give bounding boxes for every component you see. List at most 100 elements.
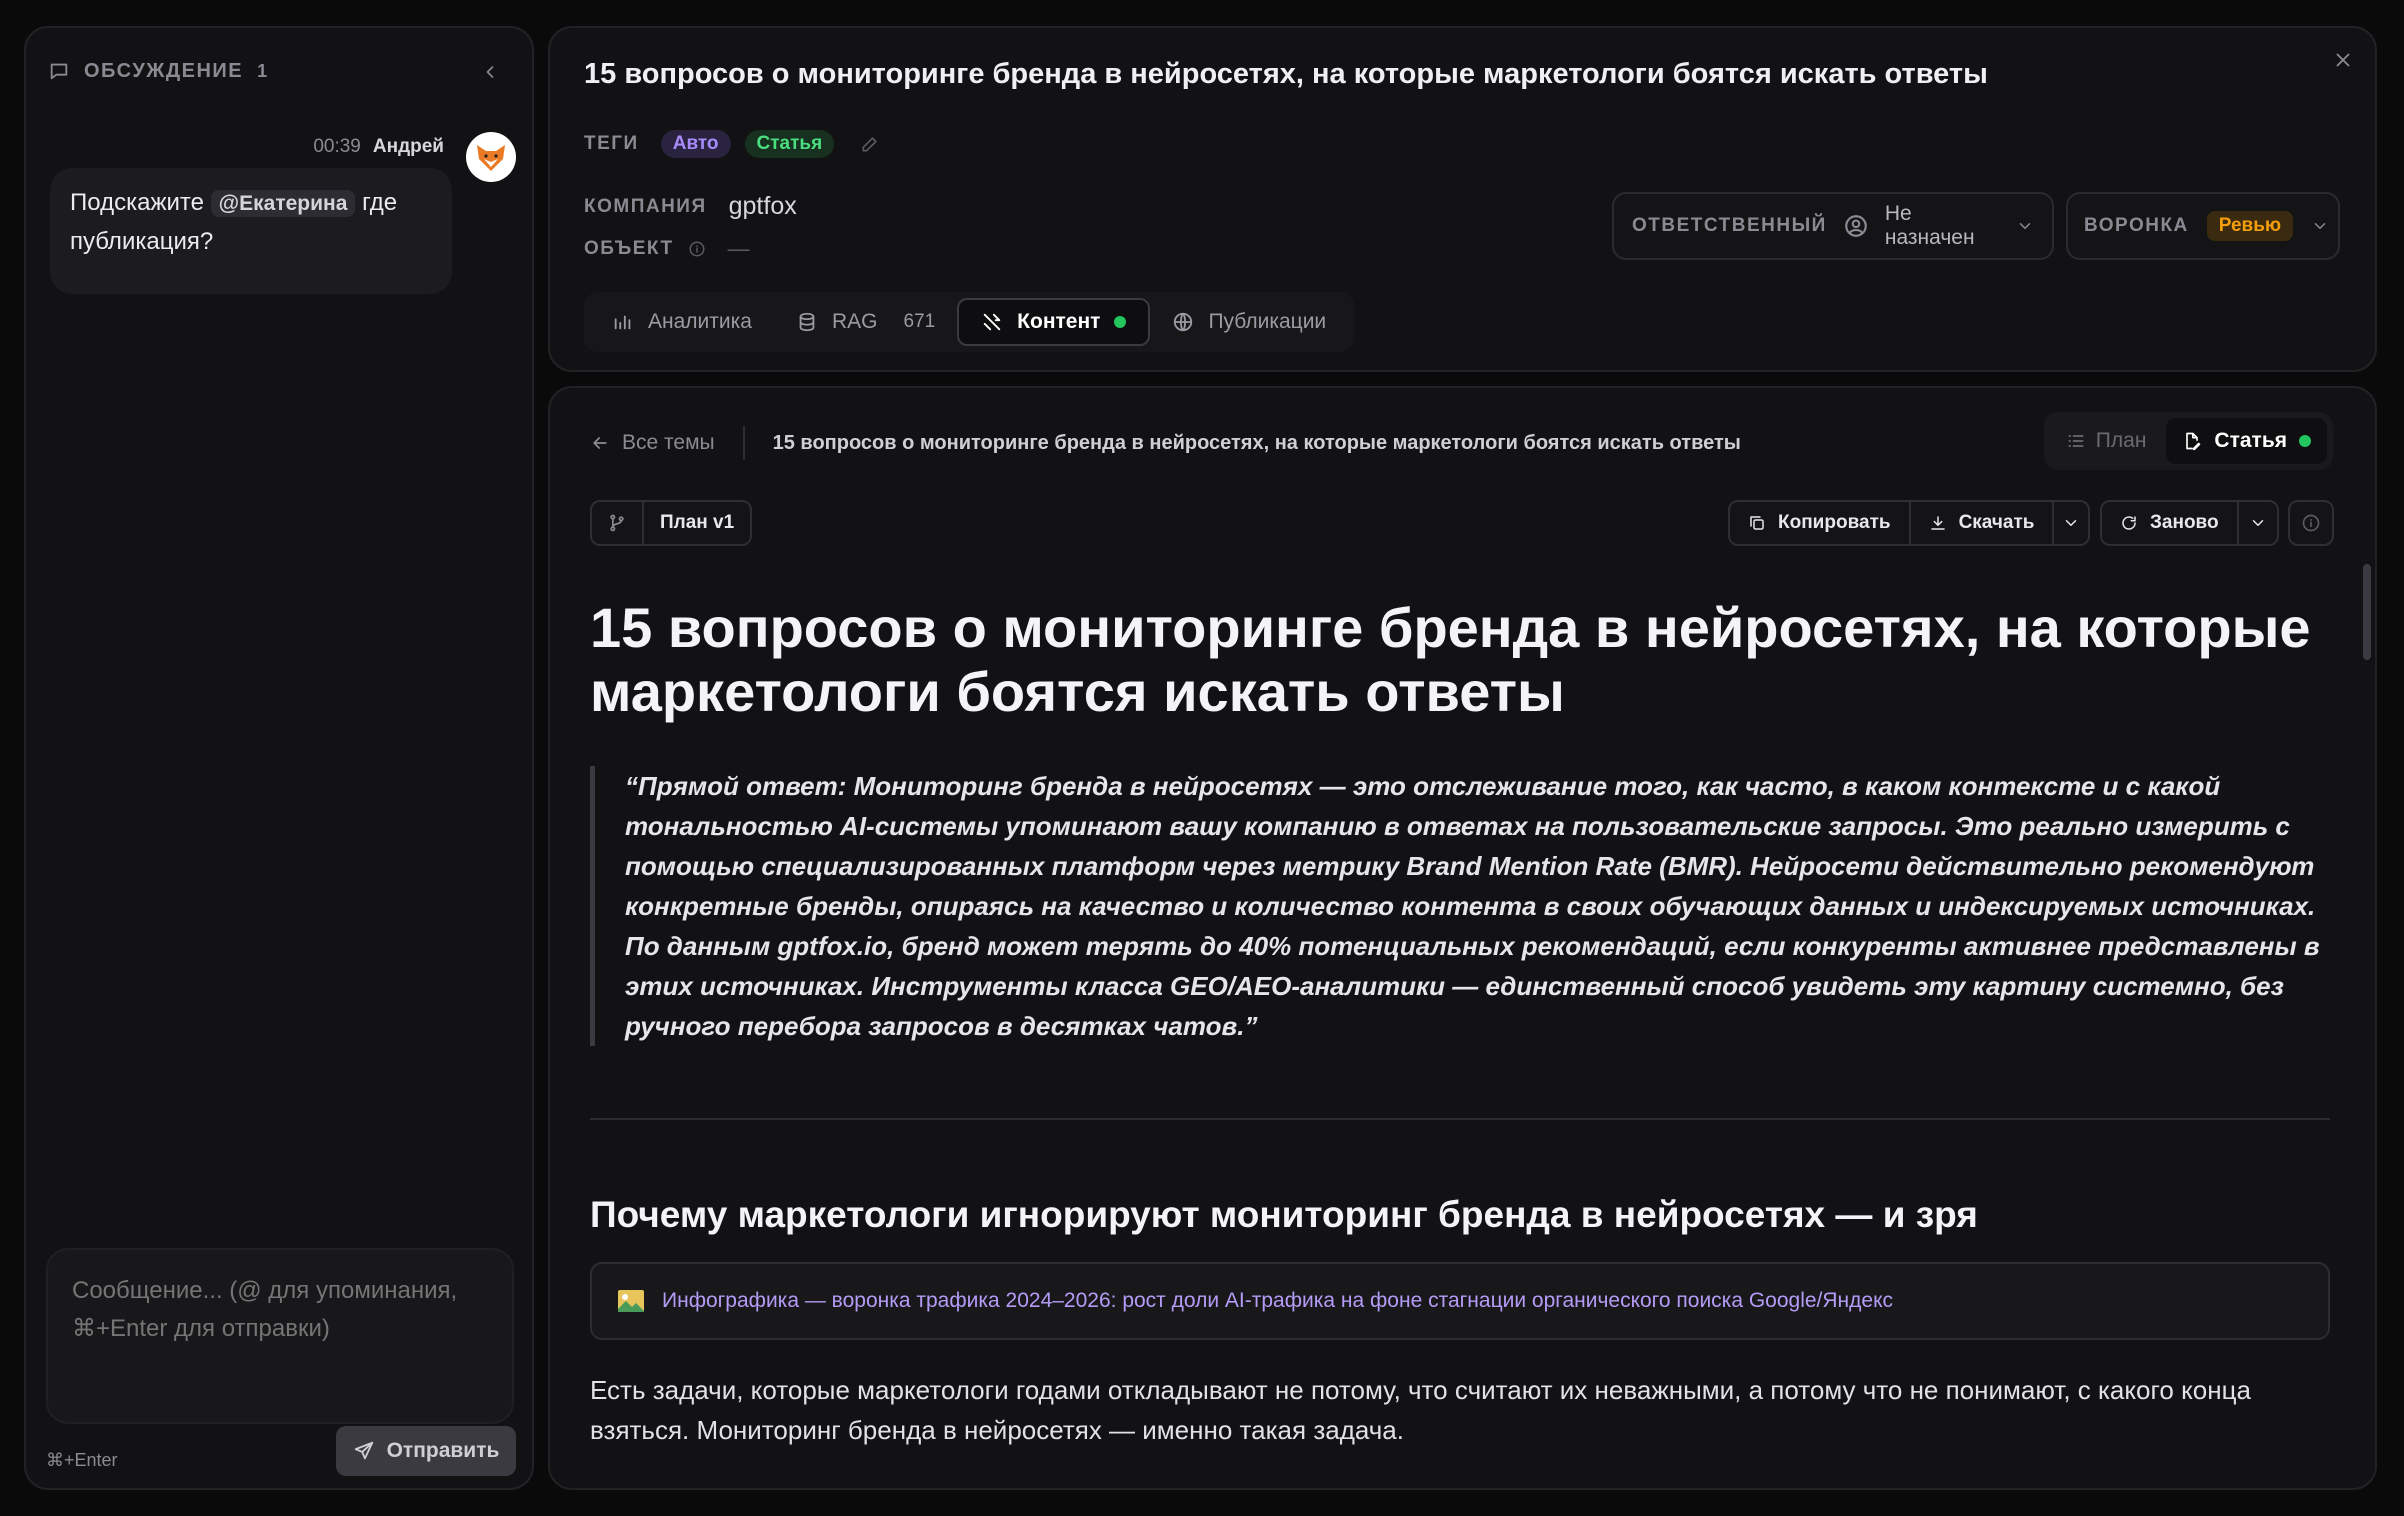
chevron-down-icon[interactable]: [2054, 502, 2088, 544]
message-input[interactable]: [46, 1248, 514, 1424]
direct-answer-quote: “Прямой ответ: Мониторинг бренда в нейро…: [590, 766, 2330, 1046]
discussion-header: ОБСУЖДЕНИЕ 1: [48, 56, 269, 86]
redo-button[interactable]: Заново: [2102, 502, 2239, 544]
content-icon: [981, 311, 1003, 333]
tab-publications[interactable]: Публикации: [1150, 298, 1348, 346]
version-label: План v1: [660, 512, 735, 533]
download-button[interactable]: Скачать: [1911, 502, 2055, 544]
company-label: КОМПАНИЯ: [584, 195, 707, 217]
object-row: ОБЪЕКТ —: [584, 236, 750, 262]
page-title: 15 вопросов о мониторинге бренда в нейро…: [584, 58, 1988, 90]
view-article-label: Статья: [2214, 429, 2287, 452]
message-meta: 00:39 Андрей: [313, 136, 444, 158]
chevron-down-icon: [2311, 217, 2329, 235]
globe-icon: [1172, 311, 1194, 333]
funnel-select[interactable]: ВОРОНКА Ревью: [2066, 192, 2340, 260]
shortcut-hint: ⌘+Enter: [46, 1450, 118, 1470]
user-circle-icon: [1843, 213, 1869, 239]
collapse-icon[interactable]: [476, 58, 504, 86]
version-select[interactable]: План v1: [590, 500, 753, 546]
chat-icon: [48, 60, 70, 82]
responsible-value: Не назначен: [1884, 202, 1975, 249]
funnel-badge: Ревью: [2206, 211, 2294, 241]
infographic-caption: Инфографика — воронка трафика 2024–2026:…: [662, 1289, 1894, 1312]
tab-content[interactable]: Контент: [957, 298, 1151, 346]
tag-article[interactable]: Статья: [744, 130, 835, 158]
list-icon: [2066, 431, 2086, 451]
company-row: КОМПАНИЯ gptfox: [584, 192, 797, 221]
object-value: —: [727, 236, 750, 261]
document-edit-icon: [2182, 431, 2202, 451]
article-title: 15 вопросов о мониторинге бренда в нейро…: [590, 596, 2311, 723]
redo-label: Заново: [2150, 512, 2219, 533]
send-button[interactable]: Отправить: [336, 1426, 516, 1476]
tab-rag[interactable]: RAG 671: [774, 298, 957, 346]
message-author: Андрей: [372, 136, 444, 157]
tab-analytics[interactable]: Аналитика: [590, 298, 774, 346]
responsible-label: ОТВЕТСТВЕННЫЙ: [1632, 215, 1827, 236]
refresh-icon: [2120, 514, 2138, 532]
divider: [742, 426, 745, 460]
discussion-count: 1: [257, 60, 269, 81]
view-switch: План Статья: [2043, 412, 2333, 470]
responsible-select[interactable]: ОТВЕТСТВЕННЫЙ Не назначен: [1612, 192, 2054, 260]
database-icon: [796, 311, 818, 333]
copy-download-group: Копировать Скачать: [1728, 500, 2091, 546]
send-icon: [353, 1440, 375, 1462]
copy-icon: [1748, 514, 1766, 532]
view-plan-button[interactable]: План: [2050, 418, 2163, 464]
tags-row: ТЕГИ Авто Статья: [584, 130, 880, 158]
copy-button[interactable]: Копировать: [1730, 502, 1911, 544]
tags-label: ТЕГИ: [584, 133, 639, 154]
avatar[interactable]: [466, 132, 516, 182]
edit-icon[interactable]: [860, 134, 880, 154]
article-paragraph: Есть задачи, которые маркетологи годами …: [590, 1375, 2251, 1445]
breadcrumb-title: 15 вопросов о мониторинге бренда в нейро…: [772, 431, 1741, 454]
status-dot: [2299, 435, 2311, 447]
tag-auto[interactable]: Авто: [660, 130, 731, 158]
main-tabs: Аналитика RAG 671 Контент Публикации: [584, 292, 1355, 352]
view-article-button[interactable]: Статья: [2166, 418, 2327, 464]
image-icon: [616, 1286, 646, 1316]
discussion-panel: ОБСУЖДЕНИЕ 1 00:39 Андрей Подскажите @Ек…: [24, 26, 534, 1490]
mention-chip[interactable]: @Екатерина: [210, 190, 356, 217]
send-label: Отправить: [386, 1439, 500, 1462]
tab-label: Аналитика: [648, 310, 752, 333]
content-panel: Все темы 15 вопросов о мониторинге бренд…: [548, 386, 2377, 1490]
company-value[interactable]: gptfox: [729, 192, 797, 221]
branch-icon: [592, 502, 644, 544]
breadcrumb: Все темы 15 вопросов о мониторинге бренд…: [590, 424, 1741, 462]
status-dot: [1114, 316, 1127, 328]
download-icon: [1929, 514, 1947, 532]
article-body: 15 вопросов о мониторинге бренда в нейро…: [590, 596, 2330, 1450]
discussion-title: ОБСУЖДЕНИЕ: [84, 59, 244, 82]
funnel-label: ВОРОНКА: [2084, 215, 2189, 236]
rag-count: 671: [903, 311, 936, 332]
info-icon[interactable]: [688, 240, 706, 258]
message-text-before: Подскажите: [70, 189, 204, 216]
infographic-placeholder[interactable]: Инфографика — воронка трафика 2024–2026:…: [590, 1262, 2330, 1340]
download-label: Скачать: [1958, 512, 2035, 533]
back-link[interactable]: Все темы: [622, 431, 715, 455]
scrollbar[interactable]: [2363, 564, 2371, 660]
copy-label: Копировать: [1778, 512, 1891, 533]
info-icon: [2301, 513, 2321, 533]
tab-label: Контент: [1017, 310, 1101, 333]
regenerate-group: Заново: [2100, 500, 2279, 546]
topic-header-panel: 15 вопросов о мониторинге бренда в нейро…: [548, 26, 2377, 372]
message-time: 00:39: [313, 136, 361, 157]
chevron-down-icon: [2016, 217, 2034, 235]
section-heading: Почему маркетологи игнорируют мониторинг…: [590, 1194, 1978, 1235]
close-icon[interactable]: [2325, 42, 2361, 78]
object-label: ОБЪЕКТ: [584, 238, 674, 259]
tab-label: Публикации: [1208, 310, 1327, 333]
message-bubble: Подскажите @Екатерина где публикация?: [50, 168, 452, 294]
chevron-down-icon[interactable]: [2239, 502, 2277, 544]
tab-label: RAG: [831, 310, 878, 333]
fox-icon: [477, 145, 505, 171]
section-divider: [590, 1118, 2330, 1120]
arrow-left-icon[interactable]: [590, 433, 610, 453]
analytics-icon: [612, 311, 634, 333]
view-plan-label: План: [2095, 429, 2147, 452]
info-button[interactable]: [2288, 500, 2334, 546]
